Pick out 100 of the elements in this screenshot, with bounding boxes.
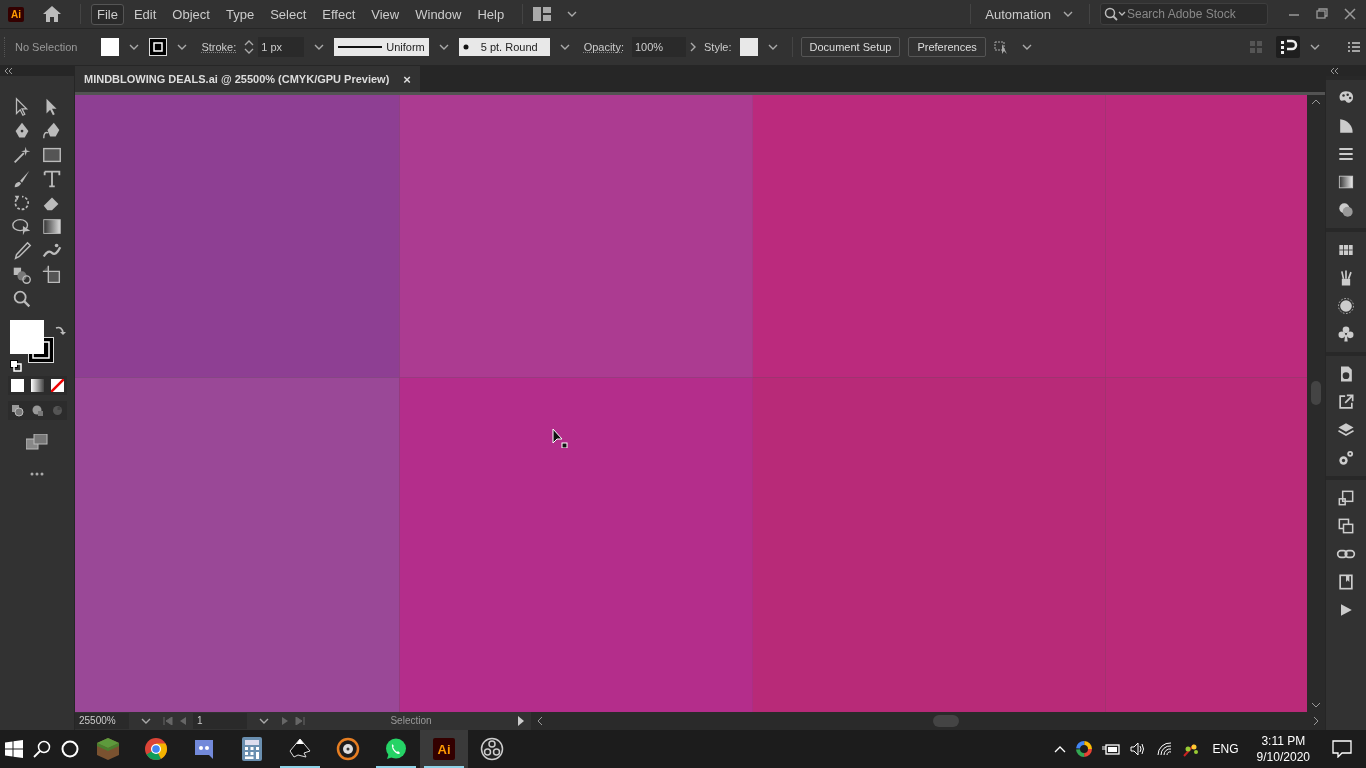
opacity-field[interactable]: 100% xyxy=(632,37,686,57)
app-logo: Ai xyxy=(8,6,24,22)
style-swatch[interactable] xyxy=(739,38,758,56)
menu-item[interactable]: Help xyxy=(471,3,511,25)
chevron-icon[interactable] xyxy=(438,44,449,50)
obs-circle-icon xyxy=(480,737,504,761)
windows-start-icon[interactable] xyxy=(5,740,23,758)
clock-time[interactable]: 3:11 PM xyxy=(1261,733,1306,749)
grass-block-icon xyxy=(96,737,120,761)
mountain-icon xyxy=(288,737,312,761)
color-mode-icon[interactable] xyxy=(10,379,24,392)
symbol-circle-icon[interactable] xyxy=(1336,296,1356,316)
chevron-icon[interactable] xyxy=(1063,11,1073,17)
artboard-tool-icon[interactable] xyxy=(41,264,63,286)
chevron-left-icon[interactable] xyxy=(537,716,543,726)
export-icon[interactable] xyxy=(1336,392,1356,412)
clock-date[interactable]: 9/10/2020 xyxy=(1256,749,1310,765)
home-icon[interactable] xyxy=(42,5,62,23)
chevron-icon[interactable] xyxy=(141,718,151,724)
stroke-profile-dropdown[interactable]: Uniform xyxy=(334,38,429,56)
toolbar-button[interactable]: Preferences xyxy=(908,37,986,57)
current-tool-label: Selection xyxy=(389,715,433,727)
transform-icon[interactable] xyxy=(1336,516,1356,536)
volume-icon[interactable] xyxy=(1129,742,1146,756)
artboards-icon[interactable] xyxy=(1336,488,1356,508)
toolbar-button[interactable]: Document Setup xyxy=(800,37,901,57)
chevron-icon[interactable] xyxy=(259,718,269,724)
vertical-scrollbar[interactable] xyxy=(1307,95,1325,712)
transparency-icon[interactable] xyxy=(1336,200,1356,220)
chevron-icon[interactable] xyxy=(1310,44,1320,50)
screen-mode-icon[interactable] xyxy=(26,434,48,450)
menu-item[interactable]: Object xyxy=(166,3,216,25)
zoom-field[interactable]: 25500% xyxy=(75,713,129,729)
chevron-icon[interactable] xyxy=(559,44,570,50)
stepper-icon[interactable] xyxy=(244,39,255,55)
play-icon[interactable] xyxy=(517,716,525,726)
chevron-icon[interactable] xyxy=(177,44,188,50)
menu-item[interactable]: Window xyxy=(409,3,468,25)
menu-item[interactable]: Effect xyxy=(316,3,362,25)
search-icon[interactable] xyxy=(33,740,51,758)
chevron-icon[interactable] xyxy=(567,11,578,17)
scroll-thumb[interactable] xyxy=(1311,381,1321,406)
app-logo: Ai xyxy=(433,738,455,760)
club-icon[interactable] xyxy=(1336,324,1356,344)
menu-item[interactable]: Edit xyxy=(127,3,163,25)
stroke-label[interactable]: Stroke: xyxy=(201,41,237,53)
notification-icon[interactable] xyxy=(1332,740,1352,758)
fill-swatch[interactable] xyxy=(101,38,120,56)
menu-item[interactable]: Select xyxy=(264,3,313,25)
chevron-icon[interactable] xyxy=(767,44,778,50)
language-indicator[interactable]: ENG xyxy=(1212,742,1239,756)
menu-item[interactable]: View xyxy=(365,3,406,25)
dot-icon xyxy=(462,44,469,50)
battery-plug-icon[interactable] xyxy=(1101,743,1120,755)
artboard-field[interactable]: 1 xyxy=(193,713,247,729)
selection-status: No Selection xyxy=(15,41,78,53)
panel-menu-icon[interactable] xyxy=(1348,42,1360,52)
chevron-icon[interactable] xyxy=(1021,44,1032,50)
stroke-swatch[interactable] xyxy=(149,38,168,56)
gradient-mode-icon[interactable] xyxy=(30,379,44,392)
style-label: Style: xyxy=(704,41,732,53)
chrome-icon xyxy=(144,737,168,761)
cortana-icon[interactable] xyxy=(61,740,79,758)
document-tab[interactable]: MINDBLOWING DEALS.ai @ 25500% (CMYK/GPU Preview) × xyxy=(75,66,420,92)
search-icon xyxy=(1104,7,1126,21)
draw-normal-icon[interactable] xyxy=(10,404,24,417)
snap-icon[interactable] xyxy=(1276,36,1300,58)
fill-and-stroke-icon[interactable] xyxy=(10,320,54,363)
type-tool-icon[interactable] xyxy=(41,168,63,190)
chevron-down-icon[interactable] xyxy=(1311,701,1321,708)
zoom-tool-icon[interactable] xyxy=(11,288,33,310)
calculator-icon xyxy=(242,737,262,761)
layout-icon[interactable] xyxy=(533,7,552,21)
none-mode-icon[interactable] xyxy=(50,379,64,392)
menu-item[interactable]: File xyxy=(91,3,124,25)
collapse-icon[interactable] xyxy=(5,68,13,74)
library-book-icon[interactable] xyxy=(1336,572,1356,592)
collapse-icon[interactable] xyxy=(1331,68,1339,74)
music-disc-icon xyxy=(336,737,360,761)
colorful-ring-icon[interactable] xyxy=(1075,741,1092,757)
chevron-icon[interactable] xyxy=(129,44,140,50)
gears-icon[interactable] xyxy=(1336,448,1356,468)
chevron-icon[interactable] xyxy=(314,44,325,50)
scroll-thumb[interactable] xyxy=(933,715,959,727)
search-field[interactable]: Search Adobe Stock xyxy=(1100,3,1268,25)
swap-arrow-icon[interactable] xyxy=(54,324,66,336)
default-colors-icon[interactable] xyxy=(10,360,22,372)
menu-item[interactable]: Type xyxy=(219,3,261,25)
line-icon xyxy=(338,45,383,49)
brush-dropdown[interactable]: 5 pt. Round xyxy=(458,38,550,56)
chevron-right-icon[interactable] xyxy=(690,42,696,52)
draw-behind-icon[interactable] xyxy=(30,404,44,417)
more-icon[interactable] xyxy=(30,472,44,476)
wifi-icon[interactable] xyxy=(1155,742,1172,756)
stroke-weight-field[interactable]: 1 px xyxy=(258,37,305,57)
chevron-right-icon[interactable] xyxy=(1313,716,1319,726)
workspace-switcher[interactable]: Automation xyxy=(981,6,1055,22)
magic-wand-icon[interactable] xyxy=(11,144,33,166)
taskbar-app[interactable]: Ai xyxy=(420,730,468,768)
opacity-label[interactable]: Opacity: xyxy=(583,41,624,53)
